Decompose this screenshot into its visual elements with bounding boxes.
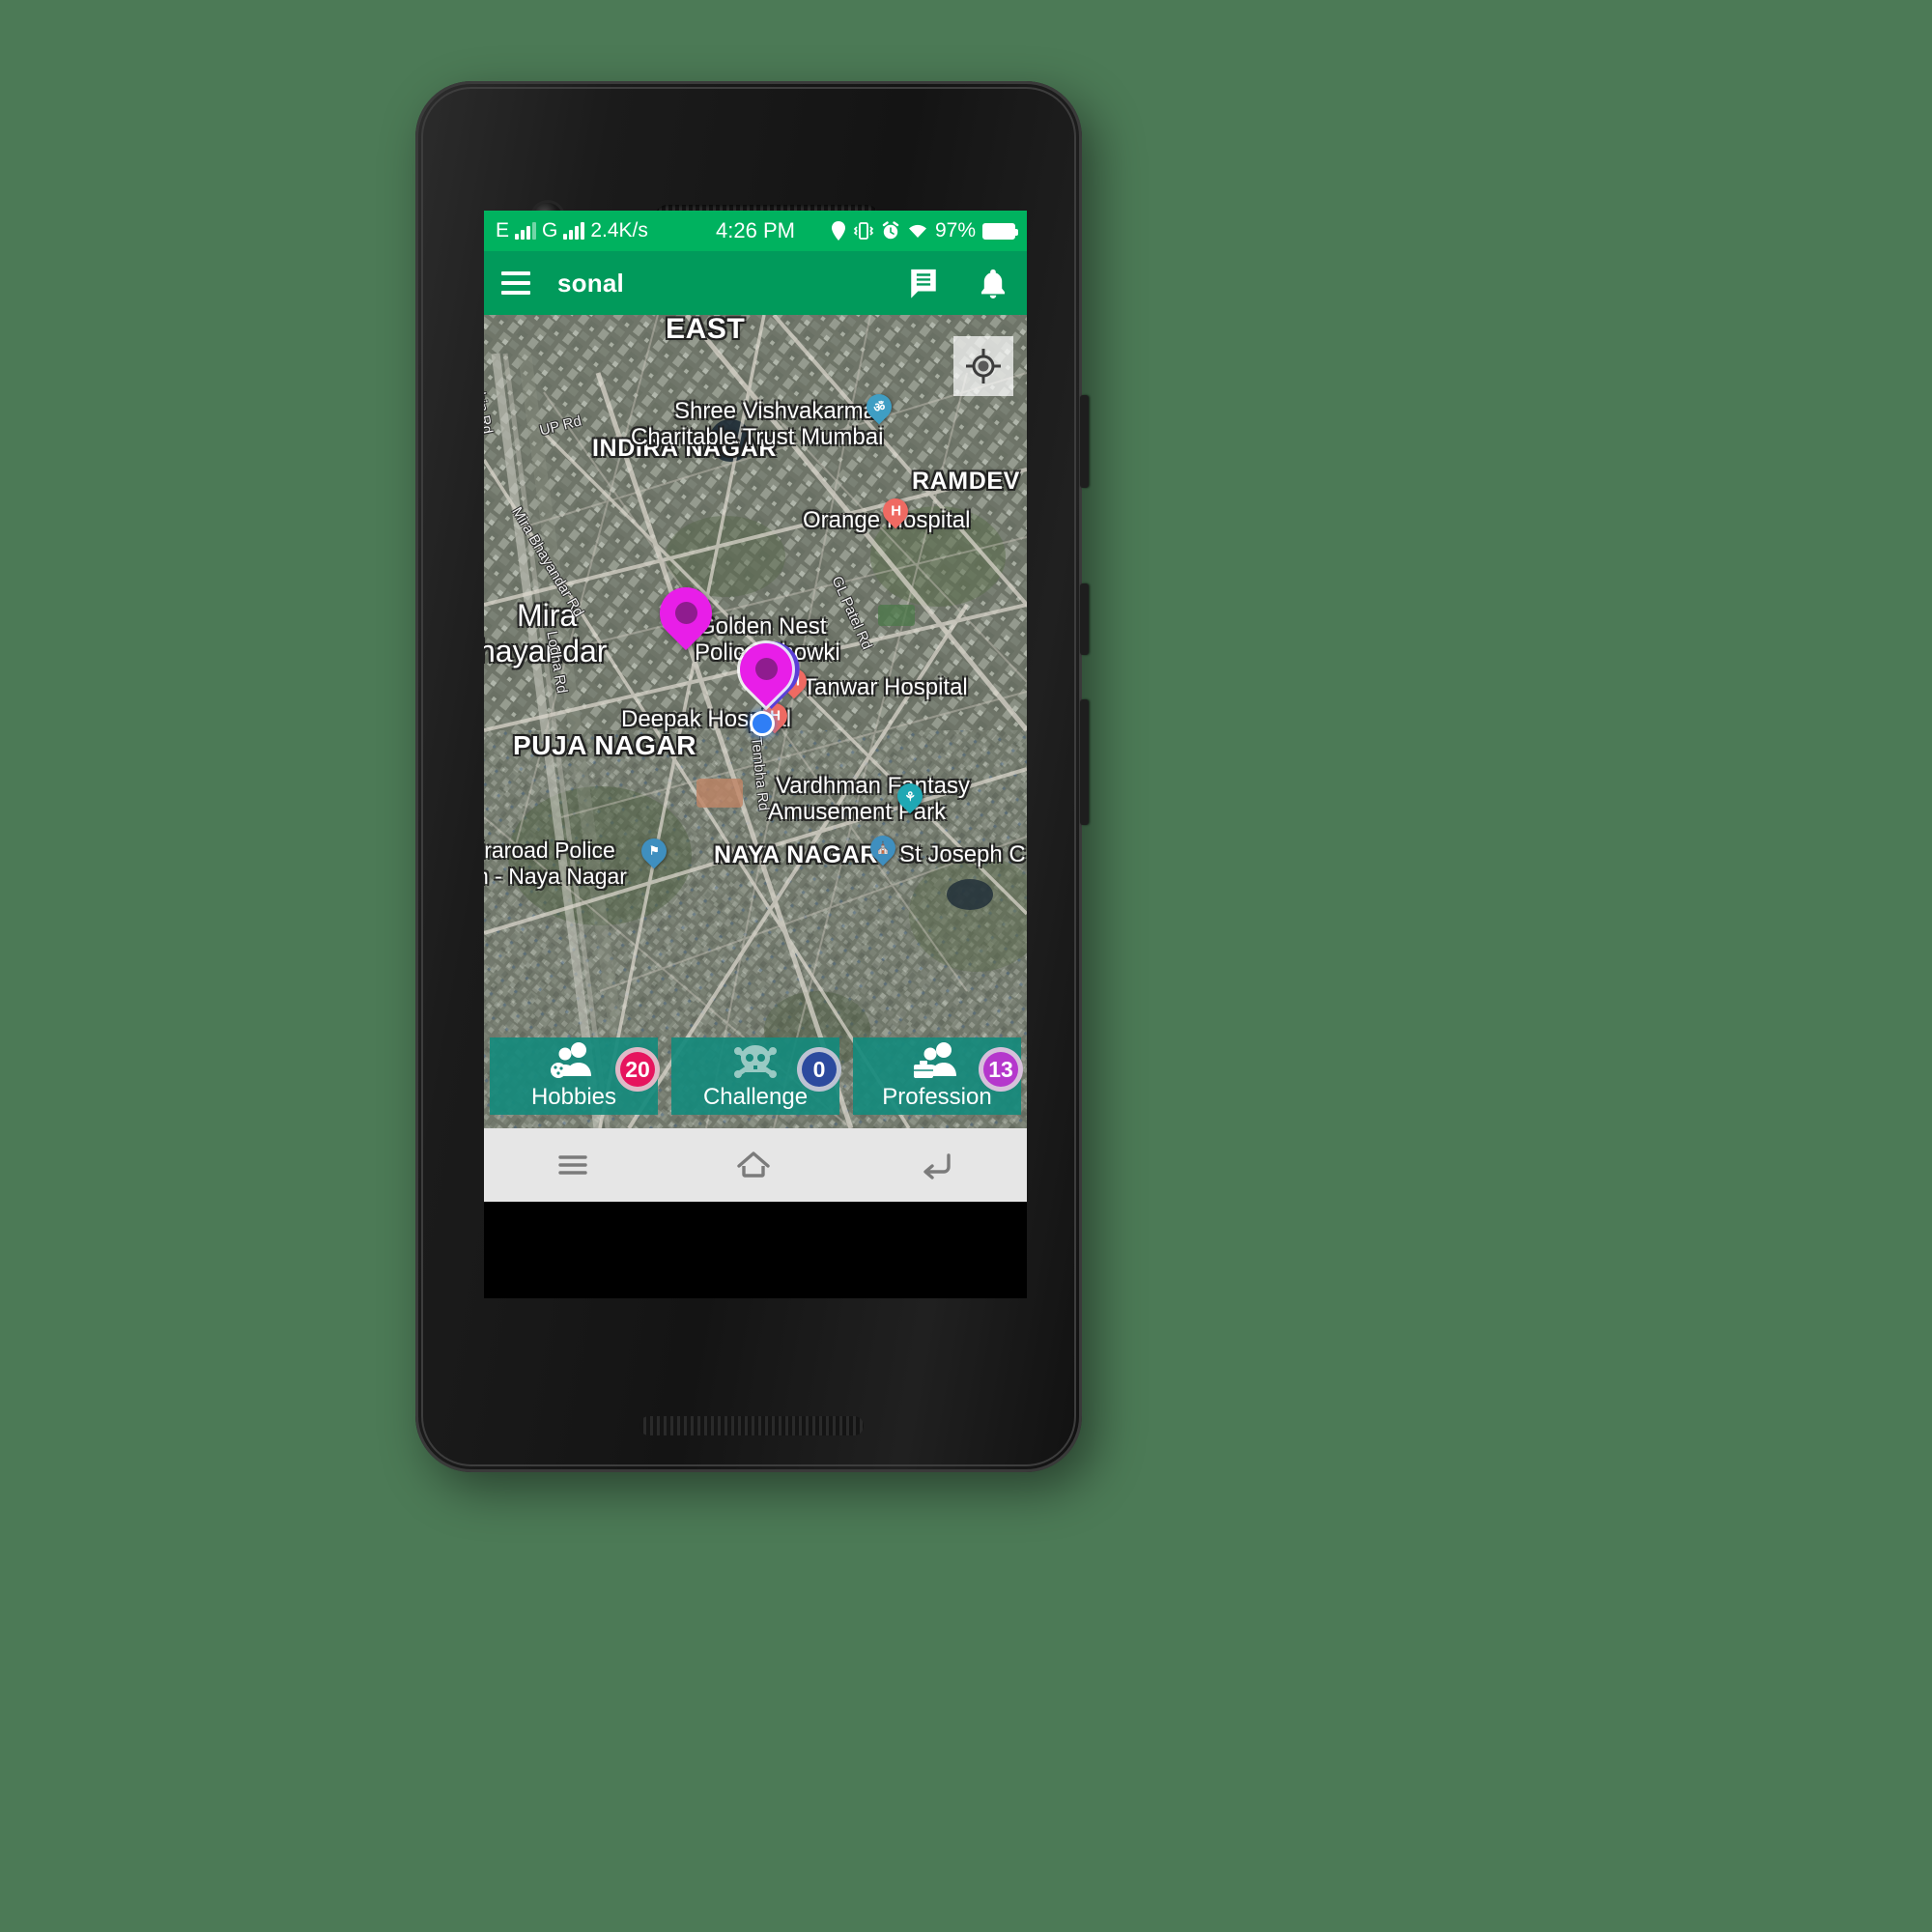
android-menu-icon[interactable] bbox=[554, 1149, 591, 1181]
status-bar-left: E G 2.4K/s bbox=[496, 219, 648, 242]
skull-crossbones-icon bbox=[730, 1041, 781, 1087]
card-label: Challenge bbox=[702, 1084, 809, 1110]
people-sports-icon bbox=[549, 1041, 599, 1085]
android-navigation-bar bbox=[484, 1128, 1027, 1202]
data-rate-label: 2.4K/s bbox=[590, 219, 648, 242]
battery-full-icon bbox=[982, 222, 1018, 240]
temple-marker[interactable]: ॐ bbox=[861, 388, 897, 427]
card-label: Profession bbox=[882, 1084, 992, 1110]
app-bar: sonal bbox=[484, 251, 1027, 315]
user-location-pin[interactable] bbox=[648, 576, 724, 659]
bottom-speaker-grille bbox=[639, 1416, 864, 1435]
phone-screen: E G 2.4K/s 4:26 PM 97% sonal EAST INDIRA… bbox=[484, 211, 1027, 1298]
police-marker[interactable]: ⚑ bbox=[636, 833, 672, 871]
vibrate-icon bbox=[853, 222, 874, 240]
alarm-clock-icon bbox=[882, 221, 899, 240]
status-badge: 20 bbox=[615, 1047, 660, 1092]
message-icon[interactable] bbox=[907, 267, 940, 299]
network-type-2-label: G bbox=[542, 219, 558, 242]
location-pin-icon bbox=[831, 221, 845, 241]
my-location-icon bbox=[966, 349, 1001, 384]
status-bar-right: 97% bbox=[831, 219, 1018, 242]
card-hobbies[interactable]: Hobbies 20 bbox=[490, 1037, 660, 1115]
volume-up-button[interactable] bbox=[1080, 583, 1089, 655]
volume-down-button[interactable] bbox=[1080, 699, 1089, 825]
user-location-pin[interactable] bbox=[728, 632, 804, 715]
my-location-button[interactable] bbox=[953, 336, 1013, 396]
current-location-dot bbox=[750, 711, 775, 736]
network-type-1-label: E bbox=[496, 219, 510, 242]
people-briefcase-icon bbox=[912, 1041, 962, 1085]
bottom-card-row: Hobbies 20 Challenge 0 Profession 13 bbox=[484, 1037, 1027, 1115]
status-badge: 13 bbox=[979, 1047, 1023, 1092]
wifi-icon bbox=[908, 224, 926, 238]
hospital-marker[interactable]: H bbox=[877, 493, 914, 531]
screenshot-stage: E G 2.4K/s 4:26 PM 97% sonal EAST INDIRA… bbox=[0, 0, 1932, 1932]
power-button[interactable] bbox=[1080, 395, 1089, 488]
card-challenge[interactable]: Challenge 0 bbox=[671, 1037, 841, 1115]
map-view[interactable]: EAST INDIRA NAGAR RAMDEV PUJA NAGAR NAYA… bbox=[484, 315, 1027, 1128]
signal-bars-2-icon bbox=[563, 222, 585, 240]
android-home-icon[interactable] bbox=[733, 1148, 774, 1182]
phone-device: E G 2.4K/s 4:26 PM 97% sonal EAST INDIRA… bbox=[415, 81, 1089, 1472]
church-marker[interactable]: ⛪ bbox=[865, 830, 901, 868]
android-back-icon[interactable] bbox=[916, 1148, 956, 1182]
card-profession[interactable]: Profession 13 bbox=[853, 1037, 1023, 1115]
app-bar-actions bbox=[907, 267, 1009, 299]
park-marker[interactable]: ⚘ bbox=[892, 778, 928, 816]
page-title: sonal bbox=[557, 268, 624, 298]
battery-percent-label: 97% bbox=[934, 219, 976, 242]
status-badge: 0 bbox=[797, 1047, 841, 1092]
status-bar: E G 2.4K/s 4:26 PM 97% bbox=[484, 211, 1027, 251]
signal-bars-1-icon bbox=[515, 222, 537, 240]
notification-bell-icon[interactable] bbox=[977, 267, 1009, 299]
card-label: Hobbies bbox=[530, 1084, 617, 1110]
hamburger-menu-icon[interactable] bbox=[501, 271, 530, 295]
